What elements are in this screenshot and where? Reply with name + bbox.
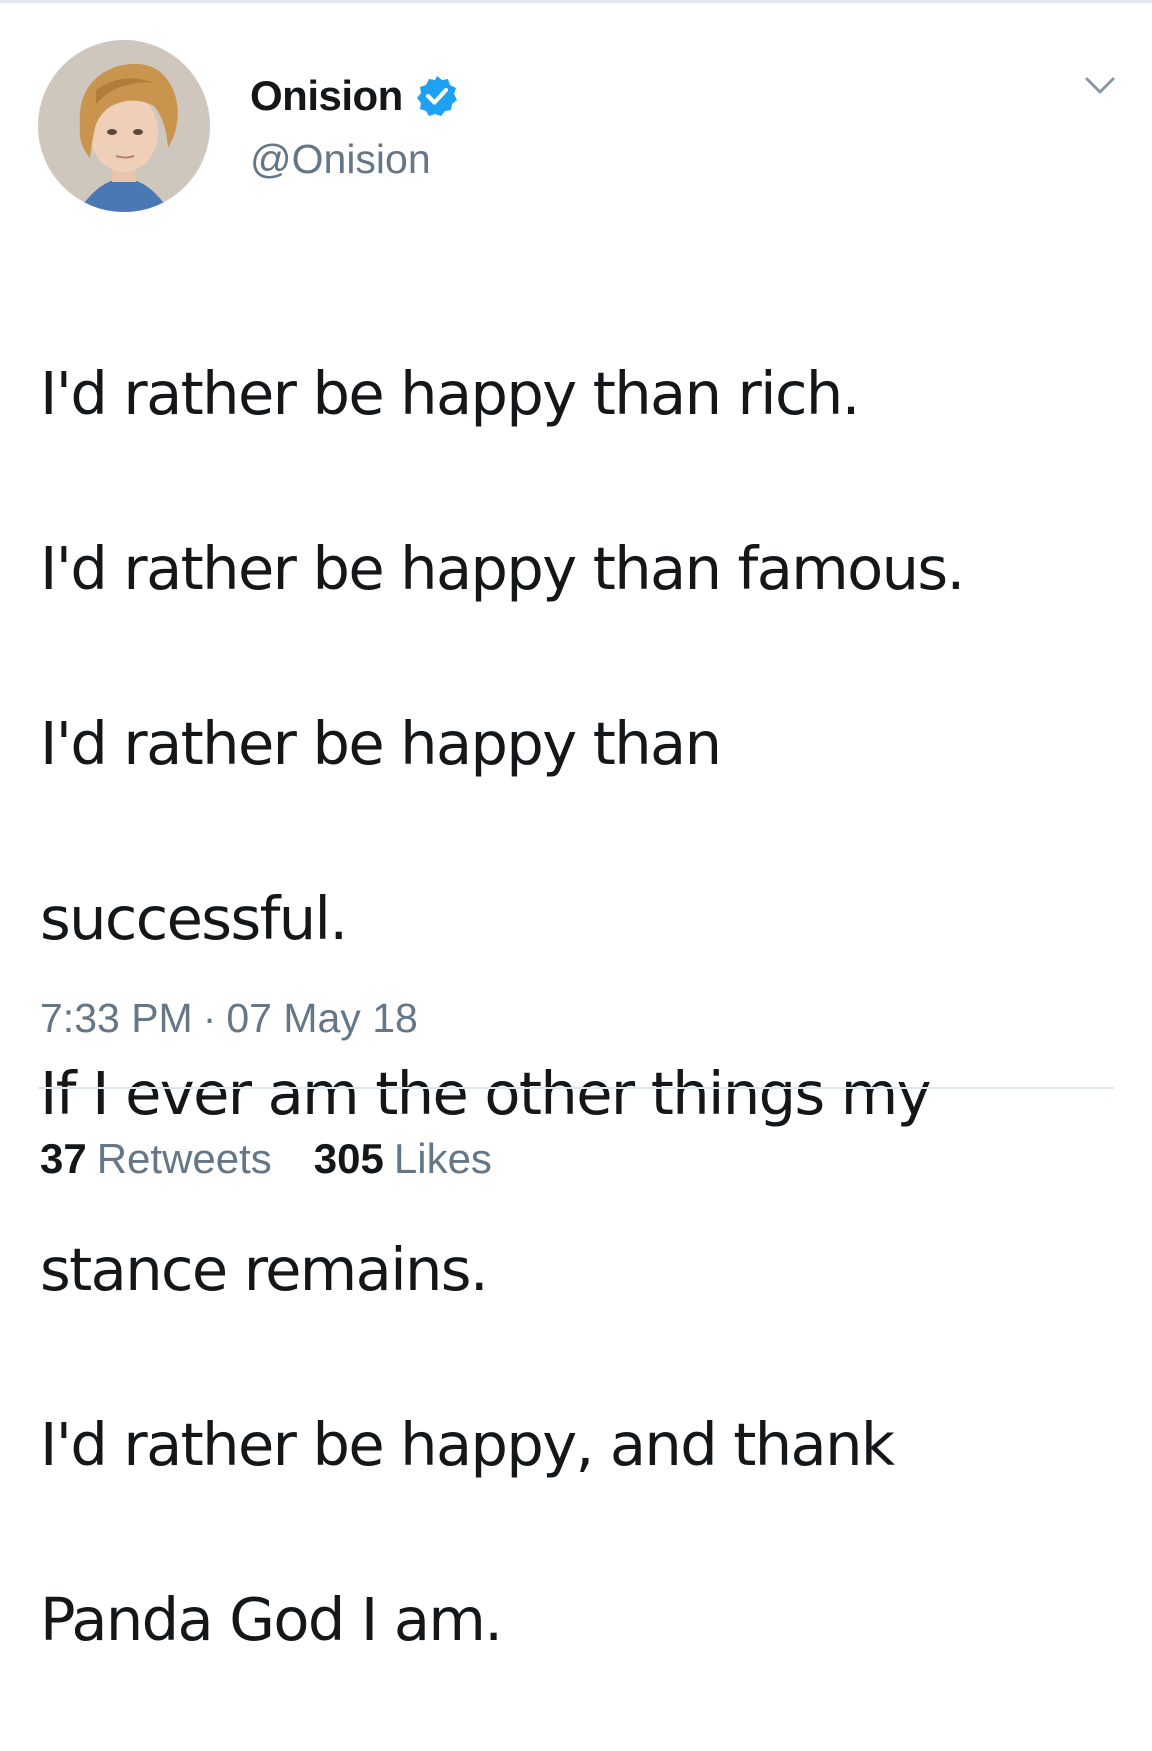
- verified-badge-icon: [415, 74, 459, 118]
- avatar[interactable]: [38, 40, 210, 212]
- tweet-date: 07 May 18: [226, 995, 418, 1041]
- retweets-stat[interactable]: 37 Retweets: [40, 1135, 272, 1183]
- retweets-label: Retweets: [96, 1135, 272, 1182]
- tweet-text-line: successful.: [40, 884, 348, 954]
- tweet-text-line: Panda God I am.: [40, 1584, 503, 1654]
- chevron-down-icon[interactable]: [1084, 74, 1116, 98]
- likes-label: Likes: [393, 1135, 492, 1182]
- author-block: Onision @Onision: [250, 70, 459, 183]
- display-name-row: Onision: [250, 70, 459, 122]
- likes-stat[interactable]: 305 Likes: [314, 1135, 492, 1183]
- tweet-text-line: If I ever am the other things my: [40, 1059, 932, 1129]
- tweet-text-line: I'd rather be happy, and thank: [40, 1409, 895, 1479]
- tweet-card: Onision @Onision I'd rather be happy tha…: [0, 0, 1152, 1654]
- tweet-text-line: stance remains.: [40, 1234, 489, 1304]
- tweet-time: 7:33 PM: [40, 995, 193, 1041]
- tweet-text-line: I'd rather be happy than: [40, 708, 722, 778]
- engagement-stats: 37 Retweets 305 Likes: [40, 1135, 534, 1183]
- stats-divider: [38, 1087, 1114, 1089]
- timestamp-separator: ·: [202, 995, 217, 1041]
- tweet-text-line: I'd rather be happy than famous.: [40, 533, 965, 603]
- retweets-count: 37: [40, 1135, 87, 1182]
- display-name[interactable]: Onision: [250, 72, 403, 120]
- tweet-timestamp[interactable]: 7:33 PM · 07 May 18: [40, 995, 418, 1042]
- avatar-image: [38, 40, 210, 212]
- username-handle[interactable]: @Onision: [250, 136, 459, 183]
- tweet-text-line: I'd rather be happy than rich.: [40, 358, 860, 428]
- likes-count: 305: [313, 1135, 384, 1182]
